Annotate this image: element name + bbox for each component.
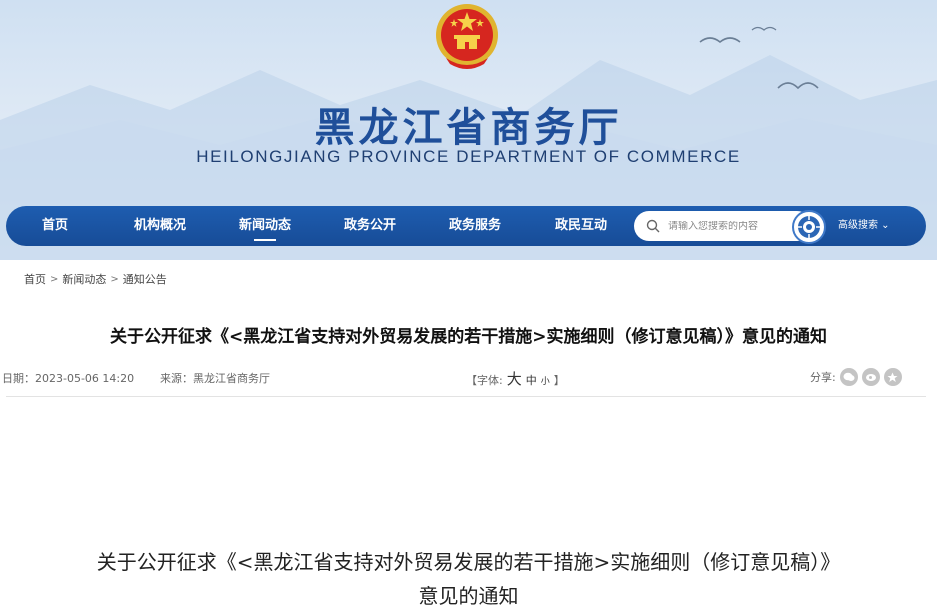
nav-item-news[interactable]: 新闻动态 (239, 206, 291, 246)
advanced-search-link[interactable]: 高级搜索 ⌄ (838, 206, 890, 246)
nav-item-interaction[interactable]: 政民互动 (555, 206, 607, 246)
body-heading-line-1: 关于公开征求《<黑龙江省支持对外贸易发展的若干措施>实施细则（修订意见稿）》 (96, 550, 841, 574)
site-subtitle: HEILONGJIANG PROVINCE DEPARTMENT OF COMM… (196, 147, 741, 166)
breadcrumb-separator: > (50, 273, 59, 285)
qzone-share-icon[interactable] (883, 368, 902, 386)
meta-divider (6, 396, 926, 397)
publish-date: 日期：2023-05-06 14:20 (2, 372, 135, 385)
search-box (634, 211, 812, 241)
article-body-heading: 关于公开征求《<黑龙江省支持对外贸易发展的若干措施>实施细则（修订意见稿）》 意… (0, 545, 937, 612)
nav-item-gov-services[interactable]: 政务服务 (449, 206, 501, 246)
national-emblem-icon (436, 4, 498, 69)
share-label: 分享: (810, 371, 836, 384)
breadcrumb-news[interactable]: 新闻动态 (62, 271, 106, 287)
article-meta: 日期：2023-05-06 14:20 来源：黑龙江省商务厅 【字体: 大 中 … (0, 368, 937, 388)
nav-item-home[interactable]: 首页 (42, 206, 68, 246)
site-title: 黑龙江省商务厅 (314, 105, 623, 151)
article-source: 来源：黑龙江省商务厅 (160, 372, 270, 385)
breadcrumb: 首页 > 新闻动态 > 通知公告 (24, 271, 167, 287)
search-input[interactable] (668, 220, 788, 232)
nav-item-gov-info[interactable]: 政务公开 (344, 206, 396, 246)
nav-item-organization[interactable]: 机构概况 (134, 206, 186, 246)
font-size-label: 【字体: (466, 374, 503, 387)
gear-icon (798, 216, 820, 238)
font-size-large-button[interactable]: 大 (507, 368, 522, 389)
breadcrumb-notices[interactable]: 通知公告 (123, 271, 167, 287)
accessibility-icon[interactable] (792, 210, 826, 244)
font-size-medium-button[interactable]: 中 (526, 372, 537, 388)
main-nav: 首页 机构概况 新闻动态 政务公开 政务服务 政民互动 高级搜索 ⌄ (6, 206, 926, 246)
font-size-label-close: 】 (553, 374, 565, 387)
wechat-share-icon[interactable] (839, 368, 858, 386)
breadcrumb-home[interactable]: 首页 (24, 271, 46, 287)
font-size-small-button[interactable]: 小 (541, 374, 550, 387)
share-bar: 分享: (810, 368, 902, 386)
article-title: 关于公开征求《<黑龙江省支持对外贸易发展的若干措施>实施细则（修订意见稿）》意见… (110, 327, 827, 347)
search-icon[interactable] (646, 219, 660, 233)
breadcrumb-separator: > (110, 273, 119, 285)
body-heading-line-2: 意见的通知 (418, 584, 519, 608)
font-size-control: 【字体: 大 中 小 】 (466, 368, 569, 389)
weibo-share-icon[interactable] (861, 368, 880, 386)
